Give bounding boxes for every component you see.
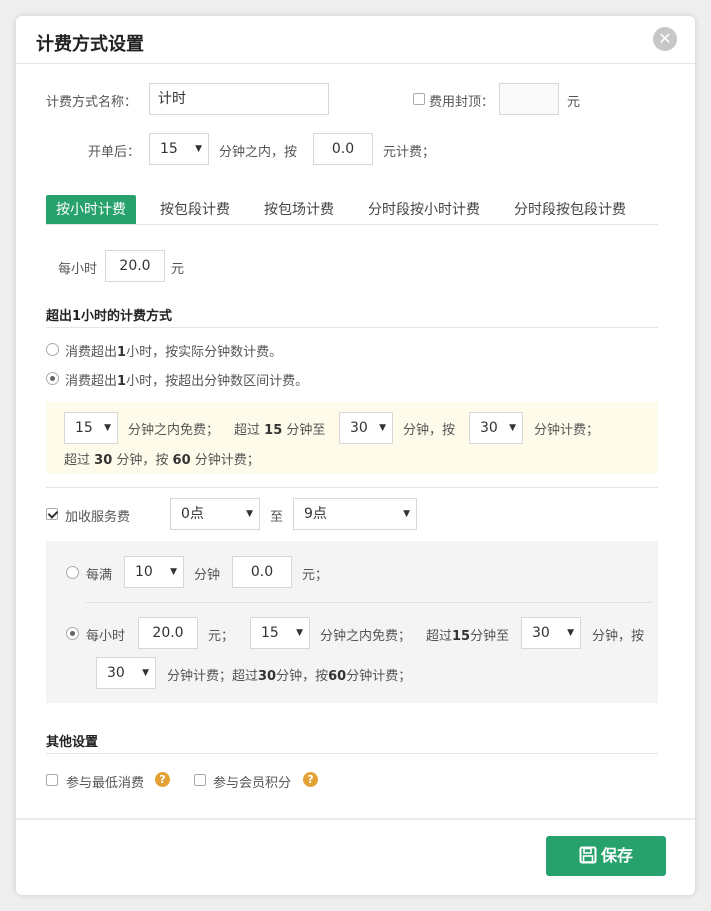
overtime-option-actual-label: 消费超出1小时，按实际分钟数计费。 [65,345,283,360]
chevron-down-icon: ▼ [170,567,177,577]
service-interval-minutes-unit: 分钟 [194,568,221,583]
close-icon[interactable]: ✕ [653,27,677,51]
dialog-title: 计费方式设置 [36,34,144,55]
service-over-text: 超过15分钟至 [426,629,510,644]
overtime-free-minutes-select[interactable]: 15 ▼ [64,412,118,444]
floppy-disk-icon [579,846,597,864]
service-hourly-fee-unit: 元； [208,629,235,644]
chevron-down-icon: ▼ [195,144,202,154]
service-interval-fee-input[interactable]: 0.0 [232,556,292,588]
service-hourly-fee-input[interactable]: 20.0 [138,617,198,649]
member-points-checkbox[interactable] [194,774,206,786]
save-button-label: 保存 [600,846,633,865]
other-settings-title: 其他设置 [46,735,99,750]
open-minutes-value: 15 [160,141,178,157]
service-mode-hourly-label: 每小时 [86,629,126,644]
service-mode-interval-radio[interactable] [66,566,79,579]
service-panel-divider [86,602,652,603]
overtime-option-interval-radio[interactable] [46,372,59,385]
open-minutes-select[interactable]: 15 ▼ [149,133,209,165]
service-free-text: 分钟之内免费； [320,629,412,644]
chevron-down-icon: ▼ [403,509,410,519]
tabs-divider [46,224,658,225]
hourly-label: 每小时 [58,262,98,277]
overtime-divider [46,327,658,328]
other-settings-divider [46,753,658,754]
cap-label: 费用封顶： [429,95,495,110]
overtime-title: 超出1小时的计费方式 [46,309,173,324]
overtime-per-text: 分钟，按 [403,423,456,438]
footer-divider [16,818,695,820]
chevron-down-icon: ▼ [379,423,386,433]
chevron-down-icon: ▼ [296,628,303,638]
service-from-select[interactable]: 0点 ▼ [170,498,260,530]
tab-segment[interactable]: 按包段计费 [160,195,230,225]
overtime-to-minutes-select[interactable]: 30 ▼ [339,412,393,444]
service-fee-checkbox[interactable] [46,508,58,520]
save-button[interactable]: 保存 [546,836,666,876]
open-fee-input[interactable]: 0.0 [313,133,373,165]
billing-settings-dialog: 计费方式设置 ✕ 计费方式名称： 计时 费用封顶： 元 开单后： 15 ▼ 分钟之… [16,16,695,895]
service-fee-label: 加收服务费 [65,510,131,525]
service-free-minutes-select[interactable]: 15 ▼ [250,617,310,649]
overtime-over-text: 超过 15 分钟至 [234,423,326,438]
tab-session[interactable]: 按包场计费 [264,195,334,225]
chevron-down-icon: ▼ [142,668,149,678]
overtime-charge-minutes-select[interactable]: 30 ▼ [469,412,523,444]
chevron-down-icon: ▼ [567,628,574,638]
help-icon[interactable]: ? [303,772,318,787]
open-within-text: 分钟之内，按 [219,145,298,160]
overtime-free-text: 分钟之内免费； [128,423,220,438]
overtime-charge-text: 分钟计费； [534,423,600,438]
overtime-line2: 超过 30 分钟，按 60 分钟计费； [64,453,260,468]
service-divider [46,487,658,488]
member-points-label: 参与会员积分 [213,776,292,791]
tab-period-hourly[interactable]: 分时段按小时计费 [368,195,480,225]
service-to-label: 至 [270,510,284,525]
chevron-down-icon: ▼ [104,423,111,433]
service-charge-minutes-select[interactable]: 30 ▼ [96,657,156,689]
open-label: 开单后： [88,145,141,160]
overtime-option-actual-radio[interactable] [46,343,59,356]
chevron-down-icon: ▼ [509,423,516,433]
hourly-unit: 元 [171,262,185,277]
header-divider [16,63,695,64]
chevron-down-icon: ▼ [246,509,253,519]
cap-checkbox[interactable] [413,93,425,105]
service-mode-interval-label: 每满 [86,568,113,583]
hourly-input[interactable]: 20.0 [105,250,165,282]
name-input[interactable]: 计时 [149,83,329,115]
service-interval-fee-unit: 元； [302,568,329,583]
cap-input[interactable] [499,83,559,115]
help-icon[interactable]: ? [155,772,170,787]
service-line2: 分钟计费；超过30分钟，按60分钟计费； [167,669,412,684]
name-label: 计费方式名称： [46,95,138,110]
service-interval-minutes-select[interactable]: 10 ▼ [124,556,184,588]
min-consume-label: 参与最低消费 [66,776,145,791]
open-unit-text: 元计费； [383,145,436,160]
overtime-option-interval-label: 消费超出1小时，按超出分钟数区间计费。 [65,374,309,389]
service-mode-hourly-radio[interactable] [66,627,79,640]
min-consume-checkbox[interactable] [46,774,58,786]
service-to-minutes-select[interactable]: 30 ▼ [521,617,581,649]
cap-unit: 元 [567,95,581,110]
service-to-select[interactable]: 9点 ▼ [293,498,417,530]
service-per-text: 分钟，按 [592,629,645,644]
tab-hourly[interactable]: 按小时计费 [46,195,136,225]
tab-period-segment[interactable]: 分时段按包段计费 [514,195,626,225]
